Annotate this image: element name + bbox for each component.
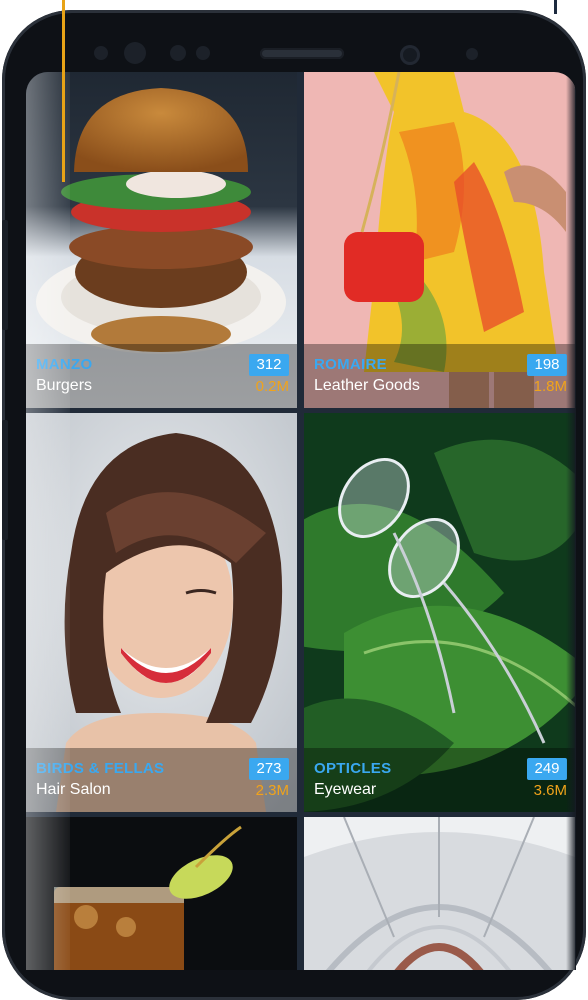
- count-badge: 249: [527, 758, 567, 780]
- sensor-icon: [170, 45, 186, 61]
- camera-icon: [400, 45, 420, 65]
- category-label: Burgers: [36, 377, 93, 394]
- card-caption: Birds & Fellas Hair Salon 273 2.3M: [26, 748, 297, 812]
- sensor-icon: [466, 48, 478, 60]
- business-card-drinks[interactable]: [26, 817, 297, 970]
- category-label: Hair Salon: [36, 781, 111, 798]
- volume-button: [2, 220, 8, 330]
- metric-value: 1.8M: [533, 378, 567, 395]
- category-label: Eyewear: [314, 781, 377, 798]
- brand-name: Birds & Fellas: [36, 760, 165, 777]
- front-camera-icon: [124, 42, 146, 64]
- accent-line: [62, 0, 65, 182]
- app-screen: Manzo Burgers 312 0.2M Romaire: [26, 72, 576, 970]
- count-badge: 273: [249, 758, 289, 780]
- business-card-hair-salon[interactable]: Birds & Fellas Hair Salon 273 2.3M: [26, 413, 297, 812]
- glass-dome-ceiling-photo: [304, 817, 575, 970]
- count-badge: 198: [527, 354, 567, 376]
- business-card-burgers[interactable]: Manzo Burgers 312 0.2M: [26, 72, 297, 408]
- bixby-button: [2, 420, 8, 540]
- sensor-icon: [196, 46, 210, 60]
- business-card-leather-goods[interactable]: Romaire Leather Goods 198 1.8M: [304, 72, 575, 408]
- metric-value: 3.6M: [533, 782, 567, 799]
- brand-name: Opticles: [314, 760, 392, 777]
- card-caption: Manzo Burgers 312 0.2M: [26, 344, 297, 408]
- metric-value: 0.2M: [255, 378, 289, 395]
- screen-curve-edge: [566, 72, 576, 970]
- category-label: Leather Goods: [314, 377, 420, 394]
- brand-name: Manzo: [36, 356, 93, 373]
- sensor-icon: [94, 46, 108, 60]
- iced-tea-drink-photo: [26, 817, 297, 970]
- business-card-architecture[interactable]: [304, 817, 575, 970]
- count-badge: 312: [249, 354, 289, 376]
- card-caption: Opticles Eyewear 249 3.6M: [304, 748, 575, 812]
- card-caption: Romaire Leather Goods 198 1.8M: [304, 344, 575, 408]
- frame-line: [554, 0, 557, 14]
- business-card-eyewear[interactable]: Opticles Eyewear 249 3.6M: [304, 413, 575, 812]
- earpiece-speaker: [260, 48, 344, 59]
- brand-name: Romaire: [314, 356, 387, 373]
- metric-value: 2.3M: [255, 782, 289, 799]
